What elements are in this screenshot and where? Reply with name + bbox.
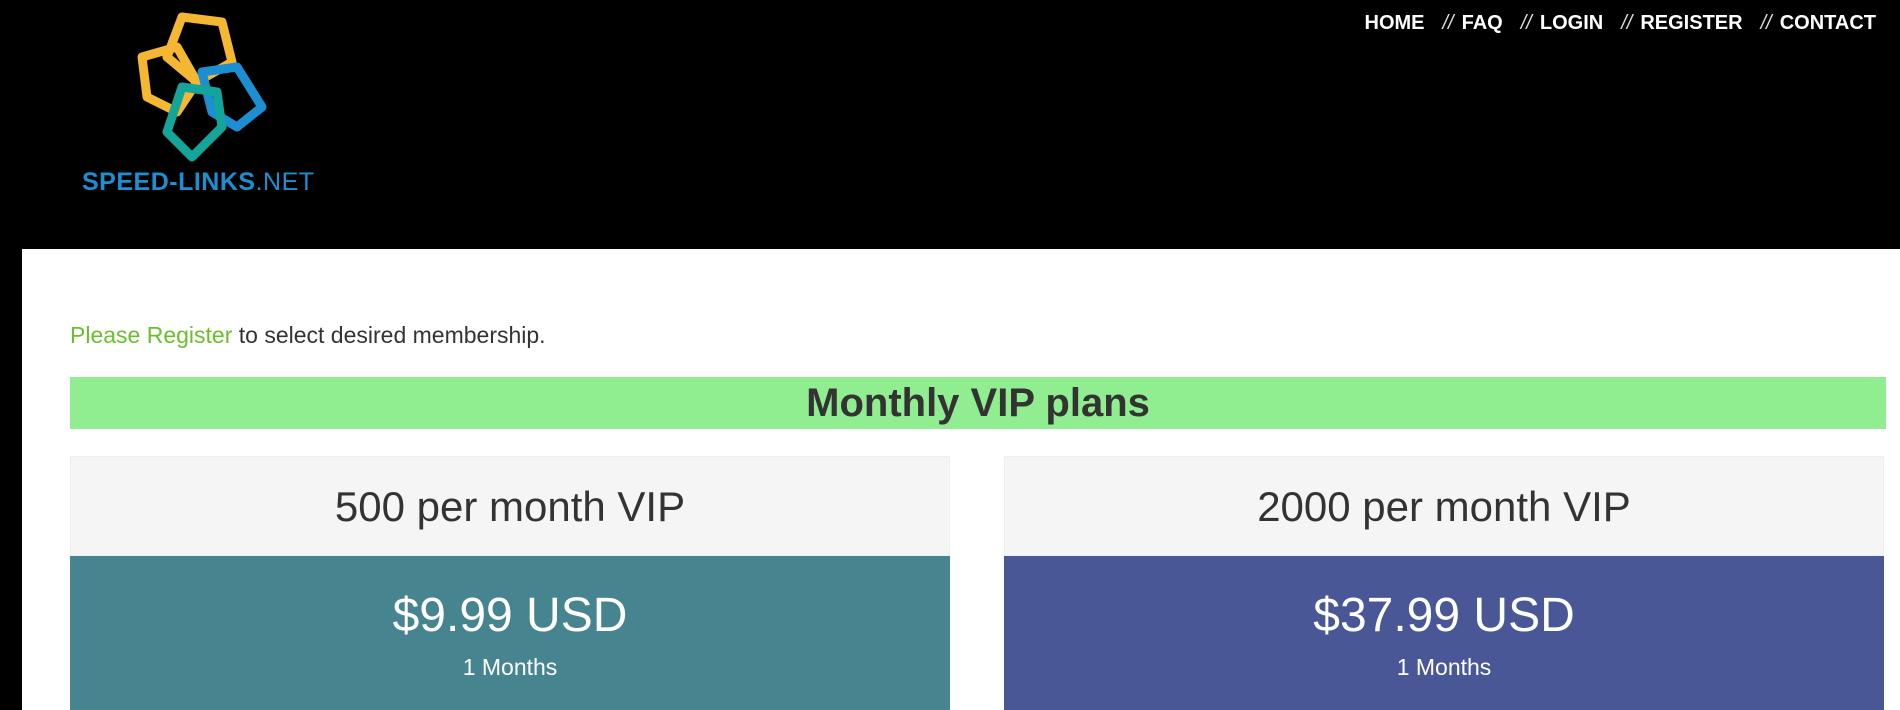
nav-login-link[interactable]: LOGIN — [1540, 12, 1603, 35]
main-content: Please Register to select desired member… — [22, 249, 1900, 710]
plan-price: $9.99 USD — [392, 589, 628, 642]
plan-price-panel: $9.99 USD 1 Months — [70, 556, 950, 710]
linked-diamonds-logo-icon — [137, 12, 267, 162]
plan-price: $37.99 USD — [1313, 589, 1575, 642]
plan-name: 2000 per month VIP — [1257, 483, 1631, 530]
plans-title: Monthly VIP plans — [806, 381, 1150, 425]
register-notice: Please Register to select desired member… — [70, 322, 546, 349]
nav-separator: // — [1621, 12, 1633, 34]
main-nav: HOME // FAQ // LOGIN // REGISTER // CONT… — [1365, 12, 1877, 35]
logo-wordmark: SPEED-LINKS.NET — [82, 168, 315, 197]
site-header: SPEED-LINKS.NET HOME // FAQ // LOGIN // … — [0, 0, 1900, 249]
register-link[interactable]: Please Register — [70, 322, 232, 348]
nav-faq-link[interactable]: FAQ — [1462, 12, 1503, 35]
site-logo[interactable]: SPEED-LINKS.NET — [78, 12, 328, 202]
nav-separator: // — [1760, 12, 1772, 34]
nav-home-link[interactable]: HOME — [1365, 12, 1425, 35]
notice-text: to select desired membership. — [232, 322, 546, 348]
plans-banner: Monthly VIP plans — [70, 377, 1886, 429]
nav-separator: // — [1520, 12, 1532, 34]
logo-text-light: .NET — [255, 168, 315, 196]
plan-term: 1 Months — [1396, 654, 1492, 680]
plan-header: 2000 per month VIP — [1004, 456, 1884, 556]
logo-text-bold: SPEED-LINKS — [82, 168, 256, 196]
nav-register-link[interactable]: REGISTER — [1640, 12, 1742, 35]
plan-name: 500 per month VIP — [334, 483, 686, 530]
nav-separator: // — [1442, 12, 1454, 34]
plan-card-2000[interactable]: 2000 per month VIP $37.99 USD 1 Months — [1004, 456, 1884, 710]
nav-contact-link[interactable]: CONTACT — [1780, 12, 1876, 35]
plan-term: 1 Months — [462, 654, 558, 680]
plan-card-500[interactable]: 500 per month VIP $9.99 USD 1 Months — [70, 456, 950, 710]
plan-price-panel: $37.99 USD 1 Months — [1004, 556, 1884, 710]
plan-header: 500 per month VIP — [70, 456, 950, 556]
